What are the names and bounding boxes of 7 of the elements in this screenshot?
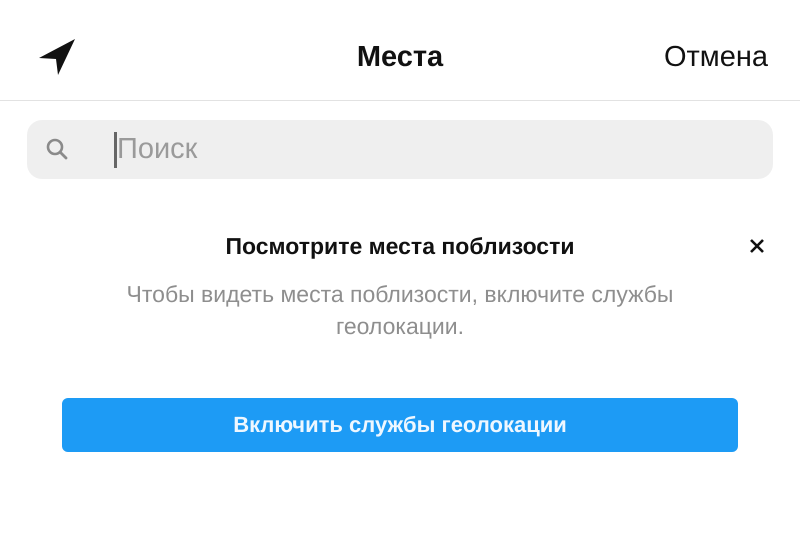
- screen-title: Места: [356, 40, 444, 74]
- navigation-arrow-icon[interactable]: [38, 38, 76, 76]
- notice-title: Посмотрите места поблизости: [225, 233, 575, 260]
- search-field[interactable]: Поиск: [27, 120, 773, 179]
- cancel-link[interactable]: Отмена: [664, 40, 768, 74]
- notice-text: Чтобы видеть места поблизости, включите службы геолокации.: [126, 280, 674, 341]
- close-icon[interactable]: [749, 238, 765, 254]
